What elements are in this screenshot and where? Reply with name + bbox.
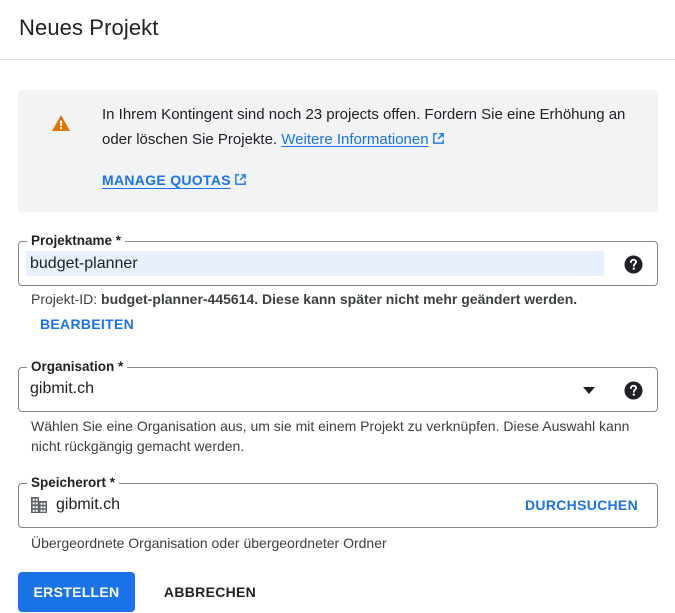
page-title: Neues Projekt xyxy=(19,15,159,40)
project-name-label: Projektname * xyxy=(27,233,126,249)
manage-quotas-label: MANAGE QUOTAS xyxy=(102,172,231,188)
more-info-link[interactable]: Weitere Informationen xyxy=(281,131,444,148)
external-link-icon xyxy=(235,174,246,185)
organisation-hint: Wählen Sie eine Organisation aus, um sie… xyxy=(31,418,630,454)
location-label: Speicherort * xyxy=(27,475,120,491)
external-link-icon xyxy=(432,133,444,144)
organisation-label: Organisation * xyxy=(27,359,128,375)
more-info-label: Weitere Informationen xyxy=(281,131,429,148)
cancel-button[interactable]: ABBRECHEN xyxy=(150,572,270,612)
organisation-value: gibmit.ch xyxy=(30,380,95,397)
edit-project-id-button[interactable]: BEARBEITEN xyxy=(40,316,134,332)
manage-quotas-link[interactable]: MANAGE QUOTAS xyxy=(102,172,247,188)
quota-notice: In Ihrem Kontingent sind noch 23 project… xyxy=(18,90,658,212)
project-name-field[interactable]: Projektname * budget-planner xyxy=(18,233,658,286)
create-button[interactable]: ERSTELLEN xyxy=(18,572,135,612)
dropdown-arrow-icon[interactable] xyxy=(583,387,595,394)
help-icon[interactable] xyxy=(624,255,643,274)
organisation-select[interactable]: Organisation * gibmit.ch xyxy=(18,359,658,412)
project-id-value: budget-planner-445614. Diese kann später… xyxy=(101,291,578,307)
project-name-value: budget-planner xyxy=(30,255,138,272)
dialog-header: Neues Projekt xyxy=(0,0,675,60)
location-hint: Übergeordnete Organisation oder übergeor… xyxy=(31,535,387,551)
quota-notice-text: In Ihrem Kontingent sind noch 23 project… xyxy=(102,102,642,152)
location-field[interactable]: Speicherort * gibmit.ch DURCHSUCHEN xyxy=(18,475,658,528)
building-icon xyxy=(31,497,47,513)
location-value: gibmit.ch xyxy=(56,496,121,513)
help-icon[interactable] xyxy=(624,381,643,400)
warning-icon xyxy=(52,115,70,131)
browse-button[interactable]: DURCHSUCHEN xyxy=(525,497,638,513)
project-id-prefix: Projekt-ID: xyxy=(31,291,102,307)
project-id-hint: Projekt-ID: budget-planner-445614. Diese… xyxy=(31,289,577,309)
